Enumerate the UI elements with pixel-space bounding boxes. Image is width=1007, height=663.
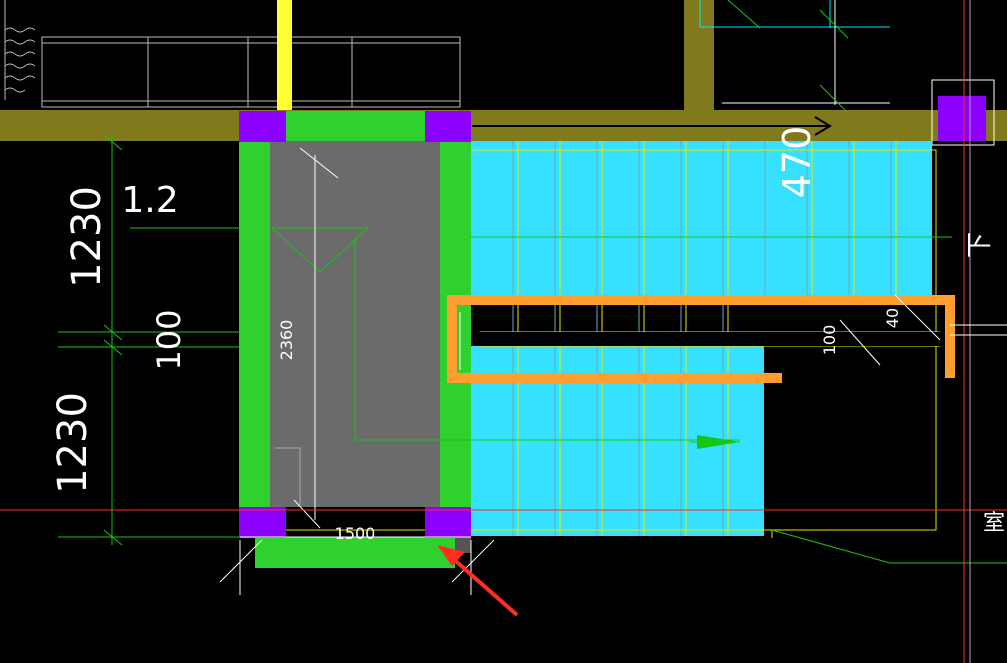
dim-tick [819,9,849,39]
dim-tick [727,0,761,29]
dim-top-right[interactable]: 470 [775,126,819,199]
dim-landing-height[interactable]: 2360 [277,320,296,361]
label-room-partial[interactable]: 室| [983,511,1007,536]
hatch-wave [4,75,36,81]
slab-gap [471,332,941,346]
column-bottom-left[interactable] [239,507,286,538]
dim-left-top[interactable]: 1230 [64,186,110,288]
column-top-right[interactable] [425,111,471,142]
hatch-pattern [4,0,36,100]
hatch-wave [4,27,36,33]
column-top-left[interactable] [239,111,286,142]
dim-left-middle[interactable]: 100 [150,309,188,370]
hatch-wave [4,87,26,93]
beam-left[interactable] [239,141,270,537]
window-outline-group [41,36,461,108]
column-bottom-right[interactable] [425,507,471,538]
dim-tick [819,84,849,114]
label-down[interactable]: 下 [965,232,995,258]
cad-drawing-canvas[interactable]: 1230 100 1230 1.2 2360 1500 470 100 40 下… [0,0,1007,663]
hatch-wave [4,39,36,45]
hatch-wave [4,63,36,69]
dim-slab-thickness[interactable]: 100 [820,325,839,356]
dim-slope[interactable]: 1.2 [121,180,178,221]
wall-vertical[interactable] [684,0,714,112]
stair-flight-upper[interactable] [471,141,932,296]
dim-landing-width[interactable]: 1500 [335,524,376,543]
hatch-wave [4,51,36,57]
yellow-vertical-member[interactable] [277,0,292,110]
dim-left-bottom[interactable]: 1230 [50,392,96,494]
dim-leader [771,529,891,564]
window-frame [41,36,461,108]
red-arrow-shaft [448,554,519,617]
column-far-right[interactable] [938,96,986,141]
dim-slab-offset[interactable]: 40 [883,308,902,328]
red-pointer-arrow-icon [437,545,519,617]
